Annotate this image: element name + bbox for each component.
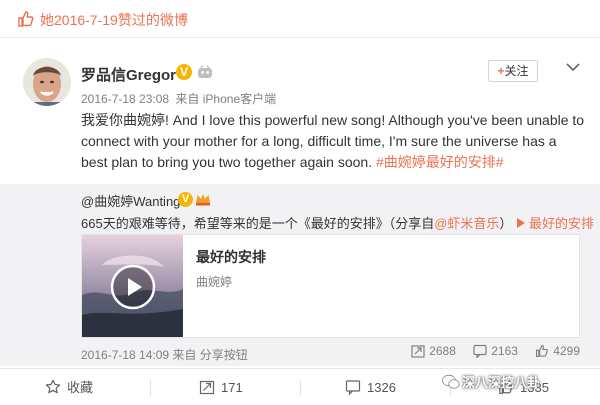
share-source-link[interactable]: @虾米音乐	[434, 216, 499, 231]
repost-meta: 2016-7-18 14:09 来自 分享按钮	[81, 346, 248, 363]
post-text-main: 我爱你曲婉婷! And I love this powerful new son…	[81, 112, 585, 170]
weibo-post: 罗品信Gregor V +关注 2016-7-18 23:08 来自 iPhon…	[0, 38, 600, 368]
author-name[interactable]: 罗品信Gregor	[81, 64, 176, 85]
repost-count: 2688	[429, 344, 456, 358]
author-avatar[interactable]	[23, 58, 71, 106]
follow-label: 关注	[504, 64, 529, 78]
member-crown-icon	[196, 194, 210, 206]
repost-text-suffix: ）	[499, 216, 513, 231]
liked-by-text[interactable]: 她2016-7-19赞过的微博	[40, 10, 188, 30]
comment-icon	[473, 344, 487, 359]
thumbs-up-icon	[536, 344, 549, 358]
chevron-down-icon[interactable]	[566, 62, 580, 72]
member-icon	[198, 65, 212, 78]
repost-text-prefix: 665天的艰难等待，希望等来的是一个《最好的安排》（分享自	[81, 216, 435, 231]
play-button-icon[interactable]	[110, 264, 156, 310]
repost-time[interactable]: 2016-7-18 14:09	[81, 348, 169, 362]
repost-stats: 2688 2163 4299	[397, 344, 580, 359]
post-source: 来自 iPhone客户端	[175, 92, 277, 106]
repost-text: 665天的艰难等待，希望等来的是一个《最好的安排》（分享自@虾米音乐） 最好的安…	[81, 213, 594, 232]
song-artist: 曲婉婷	[196, 275, 233, 289]
song-link[interactable]: 最好的安排	[516, 216, 594, 231]
comment-icon	[345, 380, 361, 396]
topic-link[interactable]: #曲婉婷最好的安排#	[376, 154, 504, 170]
repost-icon	[411, 345, 425, 358]
song-link-label: 最好的安排	[529, 216, 595, 231]
song-title[interactable]: 最好的安排	[196, 247, 266, 267]
watermark-text: 深八深挖八卦	[462, 375, 541, 390]
thumbs-up-icon	[18, 11, 34, 27]
repost-author-name[interactable]: @曲婉婷Wanting	[81, 191, 180, 210]
like-count: 4299	[553, 344, 580, 358]
reposted-content: @曲婉婷Wanting V 665天的艰难等待，希望等来的是一个《最好的安排》（…	[0, 184, 600, 366]
repost-count-stat[interactable]: 2688	[411, 344, 456, 358]
like-count-stat[interactable]: 4299	[535, 344, 580, 358]
post-meta: 2016-7-18 23:08 来自 iPhone客户端	[81, 90, 279, 107]
verified-badge-icon: V	[178, 192, 193, 207]
comment-count: 2163	[491, 344, 518, 358]
favorite-button[interactable]: 收藏	[45, 369, 93, 405]
liked-by-bar: 她2016-7-19赞过的微博	[0, 0, 600, 38]
music-card[interactable]: 最好的安排 曲婉婷	[81, 234, 580, 338]
repost-action-count: 171	[221, 380, 243, 395]
comment-count-stat[interactable]: 2163	[473, 344, 518, 359]
post-text: 我爱你曲婉婷! And I love this powerful new son…	[81, 110, 586, 173]
plus-icon: +	[497, 64, 505, 78]
star-icon	[45, 379, 61, 394]
follow-button[interactable]: +关注	[488, 60, 538, 82]
divider	[150, 380, 151, 396]
comment-button[interactable]: 1326	[345, 369, 396, 405]
repost-icon	[199, 380, 215, 395]
favorite-label: 收藏	[67, 380, 94, 395]
wechat-icon	[442, 374, 460, 389]
verified-badge-icon: V	[176, 64, 192, 80]
repost-source: 来自 分享按钮	[172, 348, 248, 362]
repost-button[interactable]: 171	[199, 369, 243, 405]
comment-action-count: 1326	[367, 380, 396, 395]
album-cover[interactable]	[82, 235, 183, 337]
divider	[300, 380, 301, 396]
post-time[interactable]: 2016-7-18 23:08	[81, 92, 169, 106]
play-small-icon	[517, 218, 526, 228]
